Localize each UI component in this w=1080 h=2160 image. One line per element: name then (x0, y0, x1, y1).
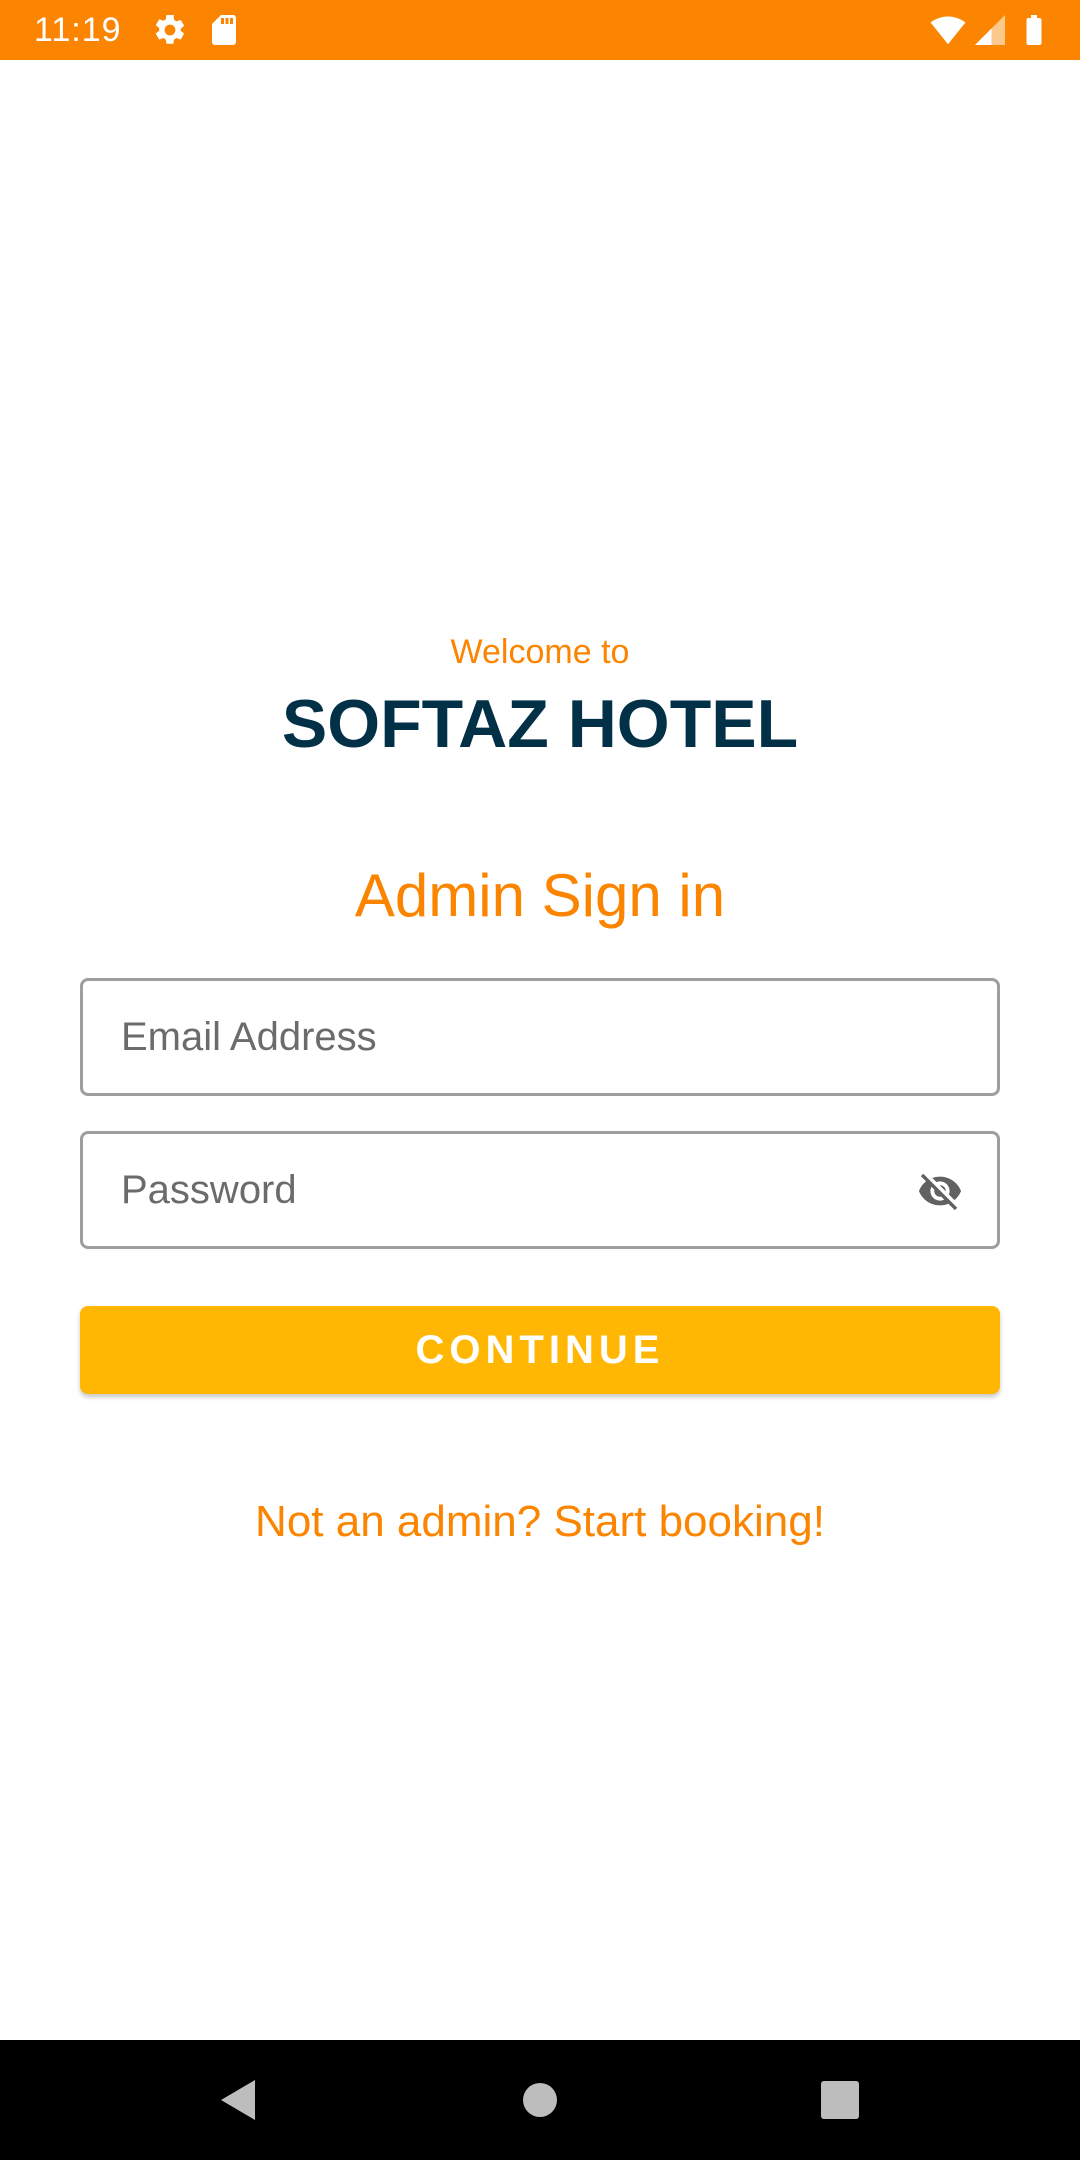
email-field[interactable] (80, 978, 1000, 1096)
status-bar: 11:19 (0, 0, 1080, 60)
home-icon[interactable] (510, 2070, 570, 2130)
sign-in-screen: 11:19 Welcome to SOFTAZ HOTEL Admin Sign… (0, 0, 1080, 2160)
eye-off-icon[interactable] (911, 1168, 969, 1214)
gear-icon (155, 14, 185, 44)
wifi-icon (930, 16, 966, 45)
battery-icon (1026, 15, 1042, 45)
email-input[interactable] (121, 981, 921, 1093)
sd-card-icon (212, 15, 236, 45)
recents-icon[interactable] (810, 2070, 870, 2130)
continue-button[interactable]: CONTINUE (80, 1306, 1000, 1394)
welcome-text: Welcome to (450, 633, 630, 671)
admin-sign-in-title: Admin Sign in (354, 862, 726, 929)
password-field[interactable] (80, 1131, 1000, 1249)
hotel-name-title: SOFTAZ HOTEL (281, 686, 799, 762)
start-booking-link[interactable]: Not an admin? Start booking! (0, 1494, 1080, 1550)
status-time: 11:19 (34, 11, 122, 49)
password-input[interactable] (121, 1134, 921, 1246)
system-nav-bar (0, 2040, 1080, 2160)
back-icon[interactable] (207, 2070, 267, 2130)
signal-icon (975, 15, 1005, 45)
